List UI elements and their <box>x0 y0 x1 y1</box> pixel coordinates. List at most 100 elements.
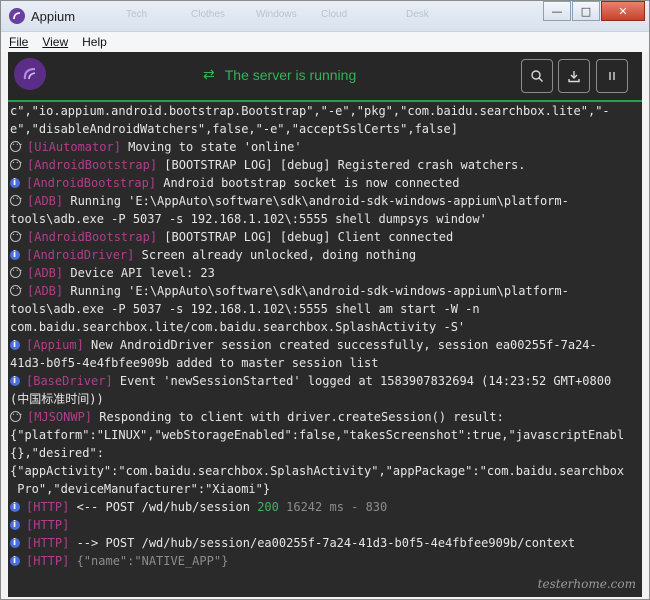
close-button[interactable]: ✕ <box>601 1 645 21</box>
log-tag: [BaseDriver] <box>26 374 113 388</box>
log-text: [BOOTSTRAP LOG] [debug] Registered crash… <box>157 158 526 172</box>
log-line: c","io.appium.android.bootstrap.Bootstra… <box>10 102 644 120</box>
log-text: --> POST /wd/hub/session/ea00255f-7a24-4… <box>69 536 576 550</box>
log-text: tools\adb.exe -P 5037 -s 192.168.1.102\:… <box>10 212 487 226</box>
title-bar: Appium Tech Clothes Windows Cloud Desk —… <box>1 1 649 32</box>
log-text: 16242 ms - 830 <box>278 500 388 514</box>
pause-icon <box>609 72 615 80</box>
menu-view[interactable]: View <box>36 35 74 49</box>
appium-logo-icon <box>14 58 46 90</box>
server-status: ⇄ The server is running <box>203 66 356 83</box>
download-logs-button[interactable] <box>558 59 590 93</box>
log-line: {"appActivity":"com.baidu.searchbox.Spla… <box>10 462 644 480</box>
info-icon <box>10 516 20 534</box>
search-icon <box>531 70 543 82</box>
log-text: com.baidu.searchbox.lite/com.baidu.searc… <box>10 320 466 334</box>
log-tag: [AndroidBootstrap] <box>27 158 158 172</box>
log-text: e","disableAndroidWatchers",false,"-e","… <box>10 122 458 136</box>
server-header: ⇄ The server is running <box>8 52 642 102</box>
menu-bar: File View Help <box>1 32 649 52</box>
log-line: [HTTP] <box>10 516 644 534</box>
log-text: New AndroidDriver session created succes… <box>83 338 597 352</box>
refresh-icon: ⇄ <box>203 66 215 82</box>
log-tag: [AndroidBootstrap] <box>27 230 158 244</box>
info-icon <box>10 498 20 516</box>
log-text: 200 <box>257 500 279 514</box>
menu-help[interactable]: Help <box>76 35 113 49</box>
debug-icon <box>10 192 22 208</box>
log-line: [HTTP] --> POST /wd/hub/session/ea00255f… <box>10 534 644 552</box>
log-line: com.baidu.searchbox.lite/com.baidu.searc… <box>10 318 644 336</box>
menu-file[interactable]: File <box>3 35 34 49</box>
log-text: Running 'E:\AppAuto\software\sdk\android… <box>63 194 569 208</box>
log-tag: [HTTP] <box>26 518 70 532</box>
minimize-button[interactable]: — <box>543 1 571 21</box>
log-line: (中国标准时间)) <box>10 390 644 408</box>
log-text: c","io.appium.android.bootstrap.Bootstra… <box>10 104 610 118</box>
log-line: {"platform":"LINUX","webStorageEnabled":… <box>10 426 644 444</box>
log-line: [AndroidBootstrap] [BOOTSTRAP LOG] [debu… <box>10 228 644 246</box>
log-text: {"platform":"LINUX","webStorageEnabled":… <box>10 428 625 442</box>
log-line: {},"desired": <box>10 444 644 462</box>
log-text: (中国标准时间)) <box>10 392 104 406</box>
log-tag: [HTTP] <box>26 536 70 550</box>
log-tag: [UiAutomator] <box>27 140 121 154</box>
log-text: Device API level: 23 <box>63 266 215 280</box>
log-tag: [MJSONWP] <box>27 410 93 424</box>
log-text: Running 'E:\AppAuto\software\sdk\android… <box>63 284 569 298</box>
log-tag: [ADB] <box>27 266 64 280</box>
log-tag: [AndroidDriver] <box>26 248 135 262</box>
log-text: 41d3-b0f5-4e4fbfee909b added to master s… <box>10 356 379 370</box>
log-tag: [HTTP] <box>26 554 70 568</box>
log-line: [HTTP] <-- POST /wd/hub/session 200 1624… <box>10 498 644 516</box>
log-text: {"appActivity":"com.baidu.searchbox.Spla… <box>10 464 625 478</box>
debug-icon <box>10 228 22 244</box>
log-line: [ADB] Device API level: 23 <box>10 264 644 282</box>
window-controls: — □ ✕ <box>542 1 645 21</box>
log-line: [MJSONWP] Responding to client with driv… <box>10 408 644 426</box>
log-text: tools\adb.exe -P 5037 -s 192.168.1.102\:… <box>10 302 480 316</box>
log-line: 41d3-b0f5-4e4fbfee909b added to master s… <box>10 354 644 372</box>
watermark: testerhome.com <box>537 577 636 591</box>
log-text: Screen already unlocked, doing nothing <box>134 248 417 262</box>
debug-icon <box>10 264 22 280</box>
log-line: [AndroidDriver] Screen already unlocked,… <box>10 246 644 264</box>
log-text: Moving to state 'online' <box>120 140 302 154</box>
log-text: {},"desired": <box>10 446 104 460</box>
log-tag: [HTTP] <box>26 500 70 514</box>
debug-icon <box>10 282 22 298</box>
pause-button[interactable] <box>596 59 628 93</box>
appium-server-panel: ⇄ The server is running c","io.appium.an… <box>8 52 642 597</box>
ghost-tab: Cloud <box>321 9 348 20</box>
server-log[interactable]: c","io.appium.android.bootstrap.Bootstra… <box>8 102 644 597</box>
log-text: {"name":"NATIVE_APP"} <box>69 554 229 568</box>
log-text: Responding to client with driver.createS… <box>92 410 504 424</box>
log-tag: [ADB] <box>27 194 64 208</box>
log-text: [BOOTSTRAP LOG] [debug] Client connected <box>157 230 454 244</box>
info-icon <box>10 336 20 354</box>
log-line: [AndroidBootstrap] Android bootstrap soc… <box>10 174 644 192</box>
info-icon <box>10 246 20 264</box>
search-button[interactable] <box>521 59 553 93</box>
appium-logo-icon <box>9 8 25 24</box>
log-line: [AndroidBootstrap] [BOOTSTRAP LOG] [debu… <box>10 156 644 174</box>
ghost-tab: Desk <box>406 9 429 20</box>
log-tag: [AndroidBootstrap] <box>26 176 157 190</box>
log-text: Android bootstrap socket is now connecte… <box>156 176 460 190</box>
log-line: [ADB] Running 'E:\AppAuto\software\sdk\a… <box>10 282 644 300</box>
debug-icon <box>10 156 22 172</box>
log-line: Pro","deviceManufacturer":"Xiaomi"} <box>10 480 644 498</box>
log-line: tools\adb.exe -P 5037 -s 192.168.1.102\:… <box>10 210 644 228</box>
log-tag: [ADB] <box>27 284 64 298</box>
log-tag: [Appium] <box>26 338 84 352</box>
info-icon <box>10 372 20 390</box>
appium-window: Appium Tech Clothes Windows Cloud Desk —… <box>0 0 650 600</box>
log-text: Pro","deviceManufacturer":"Xiaomi"} <box>10 482 271 496</box>
log-line: tools\adb.exe -P 5037 -s 192.168.1.102\:… <box>10 300 644 318</box>
window-title: Appium <box>31 8 76 24</box>
log-text: <-- POST /wd/hub/session <box>69 500 258 514</box>
maximize-button[interactable]: □ <box>572 1 600 21</box>
ghost-tab: Tech <box>126 9 148 20</box>
debug-icon <box>10 138 22 154</box>
download-icon <box>568 71 580 83</box>
